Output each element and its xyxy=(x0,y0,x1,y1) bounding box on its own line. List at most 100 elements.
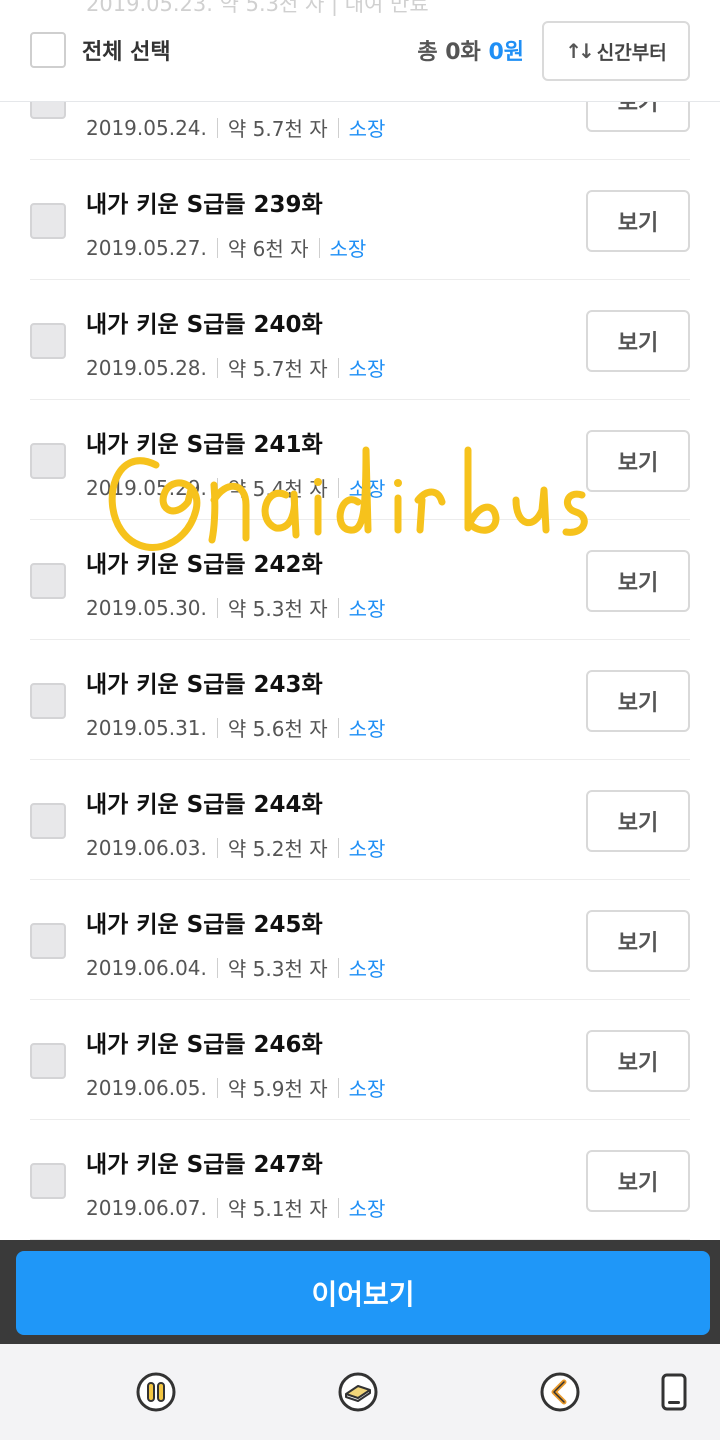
episode-meta: 2019.05.29. 약 5.4천 자 소장 xyxy=(86,473,385,502)
view-button[interactable]: 보기 xyxy=(586,670,690,732)
owned-status: 소장 xyxy=(348,1197,386,1221)
owned-status: 소장 xyxy=(348,597,386,621)
owned-status: 소장 xyxy=(329,237,367,261)
owned-status: 소장 xyxy=(348,357,386,381)
owned-status: 소장 xyxy=(348,1077,386,1101)
episode-meta: 2019.06.04. 약 5.3천 자 소장 xyxy=(86,953,385,982)
meta-divider xyxy=(216,237,218,258)
back-icon[interactable] xyxy=(538,1370,582,1414)
sort-label: 신간부터 xyxy=(596,41,667,64)
episode-title[interactable]: 내가 키운 S급들 241화 xyxy=(86,425,323,459)
owned-status: 소장 xyxy=(348,717,386,741)
episode-meta: 2019.06.03. 약 5.2천 자 소장 xyxy=(86,833,385,862)
episode-meta: 2019.05.31. 약 5.6천 자 소장 xyxy=(86,713,385,742)
view-button[interactable]: 보기 xyxy=(586,550,690,612)
total-amount: 0원 xyxy=(488,40,524,65)
meta-divider xyxy=(337,837,339,858)
meta-divider xyxy=(216,837,218,858)
episode-row[interactable]: 내가 키운 S급들 239화 2019.05.27. 약 6천 자 소장 보기 xyxy=(30,160,690,280)
meta-divider xyxy=(318,237,320,258)
episode-length: 약 5.6천 자 xyxy=(227,717,328,741)
view-button[interactable]: 보기 xyxy=(586,310,690,372)
episode-row[interactable]: 내가 키운 S급들 247화 2019.06.07. 약 5.1천 자 소장 보기 xyxy=(30,1120,690,1240)
episode-row[interactable]: 내가 키운 S급들 242화 2019.05.30. 약 5.3천 자 소장 보기 xyxy=(30,520,690,640)
select-all-checkbox[interactable] xyxy=(30,32,66,68)
episode-length: 약 5.7천 자 xyxy=(227,117,328,141)
episode-date: 2019.05.28. xyxy=(86,355,207,380)
episode-row[interactable]: 내가 키운 S급들 240화 2019.05.28. 약 5.7천 자 소장 보기 xyxy=(30,280,690,400)
episode-title[interactable]: 내가 키운 S급들 244화 xyxy=(86,785,323,819)
episode-row[interactable]: 내가 키운 S급들 245화 2019.06.04. 약 5.3천 자 소장 보기 xyxy=(30,880,690,1000)
meta-divider xyxy=(337,597,339,618)
continue-reading-button[interactable]: 이어보기 xyxy=(16,1251,710,1335)
episode-meta: 2019.05.28. 약 5.7천 자 소장 xyxy=(86,353,385,382)
owned-status: 소장 xyxy=(348,117,386,141)
episode-meta: 2019.05.30. 약 5.3천 자 소장 xyxy=(86,593,385,622)
episode-title[interactable]: 내가 키운 S급들 242화 xyxy=(86,545,323,579)
pause-icon[interactable] xyxy=(134,1370,178,1414)
episode-title[interactable]: 내가 키운 S급들 243화 xyxy=(86,665,323,699)
episode-title[interactable]: 내가 키운 S급들 247화 xyxy=(86,1145,323,1179)
episode-checkbox[interactable] xyxy=(30,683,66,719)
total-summary: 총 0화 0원 xyxy=(417,34,524,66)
meta-divider xyxy=(337,1197,339,1218)
device-nav-bar xyxy=(0,1344,720,1440)
phone-icon[interactable] xyxy=(652,1370,696,1414)
episode-title[interactable]: 내가 키운 S급들 245화 xyxy=(86,905,323,939)
episode-length: 약 5.1천 자 xyxy=(227,1197,328,1221)
episode-title[interactable]: 내가 키운 S급들 239화 xyxy=(86,185,323,219)
episode-checkbox[interactable] xyxy=(30,323,66,359)
view-button[interactable]: 보기 xyxy=(586,190,690,252)
meta-divider xyxy=(337,1077,339,1098)
sort-button[interactable]: ↑↓ 신간부터 xyxy=(542,21,690,81)
owned-status: 소장 xyxy=(348,957,386,981)
meta-divider xyxy=(216,1197,218,1218)
episode-checkbox[interactable] xyxy=(30,443,66,479)
episode-title[interactable]: 내가 키운 S급들 246화 xyxy=(86,1025,323,1059)
meta-divider xyxy=(216,957,218,978)
episode-date: 2019.06.03. xyxy=(86,835,207,860)
owned-status: 소장 xyxy=(348,837,386,861)
book-icon[interactable] xyxy=(336,1370,380,1414)
meta-divider xyxy=(216,117,218,138)
episode-row[interactable]: 내가 키운 S급들 244화 2019.06.03. 약 5.2천 자 소장 보기 xyxy=(30,760,690,880)
meta-divider xyxy=(216,597,218,618)
episode-length: 약 5.2천 자 xyxy=(227,837,328,861)
episode-row[interactable]: 내가 키운 S급들 241화 2019.05.29. 약 5.4천 자 소장 보기 xyxy=(30,400,690,520)
episode-length: 약 5.3천 자 xyxy=(227,597,328,621)
meta-divider xyxy=(216,717,218,738)
episode-checkbox[interactable] xyxy=(30,203,66,239)
episode-checkbox[interactable] xyxy=(30,923,66,959)
episode-meta: 2019.05.24. 약 5.7천 자 소장 xyxy=(86,113,385,142)
episode-row[interactable]: 내가 키운 S급들 243화 2019.05.31. 약 5.6천 자 소장 보기 xyxy=(30,640,690,760)
top-bar: 2019.05.23. 약 5.3천 자 | 대여 만료 전체 선택 총 0화 … xyxy=(0,0,720,102)
meta-divider xyxy=(337,357,339,378)
episode-title[interactable]: 내가 키운 S급들 240화 xyxy=(86,305,323,339)
meta-divider xyxy=(337,717,339,738)
meta-divider xyxy=(216,1077,218,1098)
view-button[interactable]: 보기 xyxy=(586,430,690,492)
view-button[interactable]: 보기 xyxy=(586,790,690,852)
episode-meta: 2019.05.27. 약 6천 자 소장 xyxy=(86,233,366,262)
episode-date: 2019.05.27. xyxy=(86,235,207,260)
meta-divider xyxy=(337,957,339,978)
sort-arrows-icon: ↑↓ xyxy=(565,39,594,63)
episode-checkbox[interactable] xyxy=(30,1163,66,1199)
episode-meta: 2019.06.05. 약 5.9천 자 소장 xyxy=(86,1073,385,1102)
episode-length: 약 5.9천 자 xyxy=(227,1077,328,1101)
episode-date: 2019.05.24. xyxy=(86,115,207,140)
episode-row[interactable]: 내가 키운 S급들 246화 2019.06.05. 약 5.9천 자 소장 보기 xyxy=(30,1000,690,1120)
episode-date: 2019.05.31. xyxy=(86,715,207,740)
episode-date: 2019.06.05. xyxy=(86,1075,207,1100)
episode-length: 약 6천 자 xyxy=(227,237,309,261)
view-button[interactable]: 보기 xyxy=(586,910,690,972)
view-button[interactable]: 보기 xyxy=(586,1030,690,1092)
episode-list: 내가 키운 S급들 238화2019.05.24.약 5.7천 자소장보기내가 … xyxy=(0,40,720,1240)
select-all-label[interactable]: 전체 선택 xyxy=(82,34,171,66)
episode-date: 2019.05.29. xyxy=(86,475,207,500)
episode-checkbox[interactable] xyxy=(30,563,66,599)
view-button[interactable]: 보기 xyxy=(586,1150,690,1212)
episode-meta: 2019.06.07. 약 5.1천 자 소장 xyxy=(86,1193,385,1222)
episode-checkbox[interactable] xyxy=(30,803,66,839)
episode-checkbox[interactable] xyxy=(30,1043,66,1079)
